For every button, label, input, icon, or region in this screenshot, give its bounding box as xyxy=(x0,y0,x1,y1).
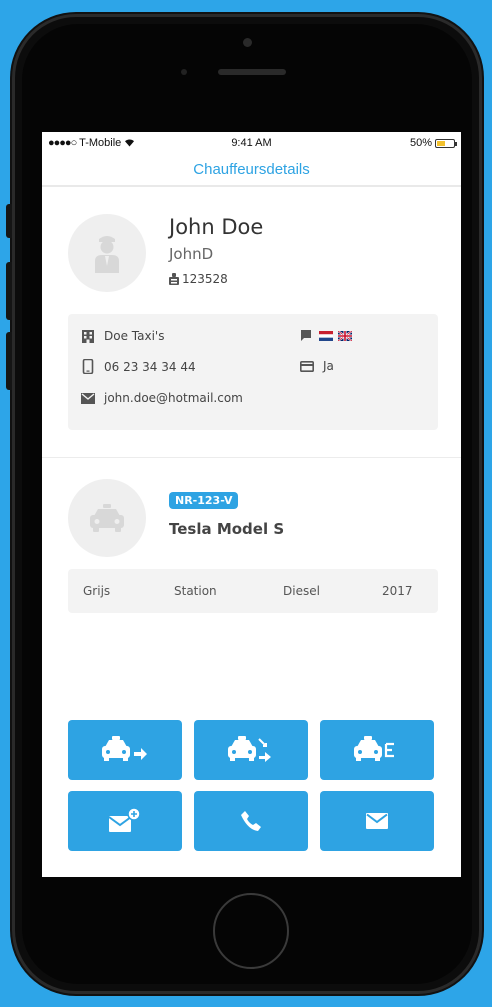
taxi-transfer-icon xyxy=(228,736,271,762)
company-name: Doe Taxi's xyxy=(104,329,165,343)
message-add-icon xyxy=(108,807,141,832)
front-camera xyxy=(243,38,252,47)
chat-icon xyxy=(301,330,311,341)
mobile-icon xyxy=(82,359,94,374)
taxi-e-button[interactable] xyxy=(320,720,434,780)
vehicle-year: 2017 xyxy=(382,584,413,598)
phone-icon xyxy=(241,811,261,831)
message-add-button[interactable] xyxy=(68,791,182,851)
vehicle-avatar xyxy=(68,479,146,557)
app-screen: ●●●●○ T-Mobile 9:41 AM 50% Chauffeursdet… xyxy=(42,132,461,877)
driver-id-value: 123528 xyxy=(182,272,228,286)
license-plate-badge: NR-123-V xyxy=(169,492,239,509)
mute-switch xyxy=(6,204,12,238)
email-row[interactable]: john.doe@hotmail.com xyxy=(81,391,243,405)
vehicle-model: Tesla Model S xyxy=(169,520,285,538)
battery-percent: 50% xyxy=(409,137,432,149)
home-button[interactable] xyxy=(213,893,289,969)
call-button[interactable] xyxy=(194,791,308,851)
vehicle-info-card: Grijs Station Diesel 2017 xyxy=(68,569,438,613)
envelope-icon xyxy=(81,392,95,404)
driver-info-card: Doe Taxi's 06 23 34 34 44 john.doe@hotma… xyxy=(68,314,438,430)
payment-row: Ja xyxy=(300,359,334,373)
section-divider xyxy=(42,457,461,458)
mail-icon xyxy=(366,813,388,829)
phone-number[interactable]: 06 23 34 34 44 xyxy=(104,360,196,374)
payment-value: Ja xyxy=(323,359,334,373)
proximity-sensor xyxy=(181,69,187,75)
driver-username: JohnD xyxy=(169,245,214,263)
nav-divider xyxy=(42,185,461,187)
volume-down-button xyxy=(6,332,12,390)
vehicle-color: Grijs xyxy=(83,584,111,598)
driver-name: John Doe xyxy=(169,215,264,239)
vehicle-body: Station xyxy=(174,584,217,598)
building-icon xyxy=(82,330,94,343)
battery-icon xyxy=(435,138,457,148)
page-title: Chauffeursdetails xyxy=(193,161,310,178)
phone-row[interactable]: 06 23 34 34 44 xyxy=(81,359,196,374)
language-row xyxy=(300,329,352,342)
taxi-transfer-button[interactable] xyxy=(194,720,308,780)
status-bar: ●●●●○ T-Mobile 9:41 AM 50% xyxy=(42,132,461,154)
taxi-send-button[interactable] xyxy=(68,720,182,780)
badge-icon xyxy=(169,273,179,285)
battery-indicator: 50% xyxy=(409,137,457,149)
company-row: Doe Taxi's xyxy=(81,329,164,343)
nl-flag-icon xyxy=(319,330,333,341)
taxi-send-icon xyxy=(102,736,147,761)
battery-fill xyxy=(437,140,445,146)
earpiece-speaker xyxy=(218,69,286,75)
credit-card-icon xyxy=(300,360,314,372)
mail-button[interactable] xyxy=(320,791,434,851)
vehicle-fuel: Diesel xyxy=(283,584,320,598)
chauffeur-icon xyxy=(95,236,119,273)
driver-avatar xyxy=(68,214,146,292)
taxi-e-icon xyxy=(354,736,394,761)
driver-id: 123528 xyxy=(169,272,228,286)
email-address[interactable]: john.doe@hotmail.com xyxy=(104,391,243,405)
uk-flag-icon xyxy=(338,330,352,341)
volume-up-button xyxy=(6,262,12,320)
clock: 9:41 AM xyxy=(231,137,272,149)
taxi-icon xyxy=(90,504,124,532)
